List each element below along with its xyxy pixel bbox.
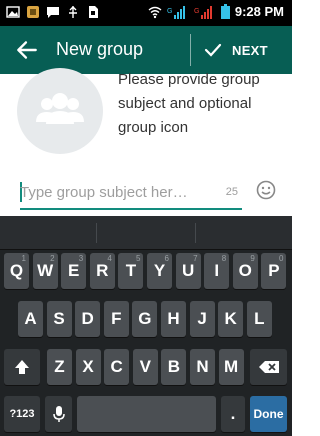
microphone-icon: [52, 406, 65, 422]
key-hint: 4: [107, 254, 112, 263]
period-key[interactable]: .: [221, 396, 245, 432]
key-c[interactable]: C: [104, 349, 130, 385]
key-g[interactable]: G: [132, 301, 158, 337]
key-w[interactable]: 2W: [32, 253, 58, 289]
key-hint: 3: [78, 254, 84, 263]
key-q[interactable]: 1Q: [4, 253, 29, 289]
svg-text:G: G: [167, 8, 172, 15]
check-icon: [204, 43, 222, 57]
key-hint: 9: [250, 254, 255, 263]
key-hint: 1: [21, 254, 26, 263]
symbols-key[interactable]: ?123: [4, 396, 40, 432]
group-icon-picker[interactable]: [17, 68, 103, 154]
space-key[interactable]: [77, 396, 216, 432]
key-label: R: [96, 261, 109, 280]
chat-icon: [47, 7, 59, 18]
key-d[interactable]: D: [75, 301, 101, 337]
sim-icon: [89, 6, 98, 18]
back-arrow-icon[interactable]: [14, 37, 40, 63]
key-i[interactable]: 8I: [204, 253, 230, 289]
key-v[interactable]: V: [132, 349, 158, 385]
key-u[interactable]: 7U: [175, 253, 201, 289]
char-counter: 25: [225, 186, 238, 198]
key-s[interactable]: S: [46, 301, 72, 337]
app-bar: New group NEXT: [0, 26, 292, 74]
key-r[interactable]: 4R: [89, 253, 115, 289]
done-key[interactable]: Done: [250, 396, 287, 432]
key-label: U: [181, 261, 195, 280]
emoji-icon[interactable]: [256, 180, 276, 200]
key-hint: 8: [221, 254, 227, 263]
key-b[interactable]: B: [161, 349, 187, 385]
app-icon: [27, 6, 39, 18]
page-title: New group: [56, 39, 144, 59]
key-f[interactable]: F: [103, 301, 129, 337]
key-x[interactable]: X: [75, 349, 101, 385]
key-l[interactable]: L: [246, 301, 272, 337]
key-label: Y: [153, 261, 166, 280]
key-p[interactable]: 0P: [261, 253, 287, 289]
backspace-icon: [258, 361, 279, 373]
key-a[interactable]: A: [18, 301, 43, 337]
suggestion-divider: [96, 223, 97, 243]
subject-field[interactable]: 25: [20, 178, 242, 210]
shift-key[interactable]: [4, 349, 40, 385]
key-hint: 2: [50, 254, 55, 263]
key-k[interactable]: K: [218, 301, 244, 337]
subject-input[interactable]: [20, 180, 205, 204]
key-y[interactable]: 6Y: [147, 253, 172, 289]
key-label: E: [68, 261, 80, 280]
svg-text:G: G: [194, 8, 199, 15]
key-label: O: [238, 261, 252, 280]
key-t[interactable]: 5T: [118, 253, 144, 289]
battery-icon: [220, 4, 230, 19]
key-j[interactable]: J: [189, 301, 215, 337]
signal-icon: G: [167, 5, 185, 19]
group-icon: [36, 93, 84, 124]
status-bar: G G 9:28 PM: [0, 0, 292, 26]
keyboard: 1Q2W3E4R5T6Y7U8I9O0P ASDFGHJKL ZXCVBNM ?…: [0, 216, 292, 436]
signal-icon-2: G: [194, 5, 212, 19]
key-h[interactable]: H: [161, 301, 186, 337]
shift-arrow-icon: [15, 360, 29, 374]
voice-key[interactable]: [45, 396, 72, 432]
next-label: NEXT: [232, 42, 268, 58]
key-hint: 5: [135, 254, 141, 263]
wifi-icon: [148, 6, 162, 18]
key-e[interactable]: 3E: [61, 253, 87, 289]
backspace-key[interactable]: [250, 349, 287, 385]
suggestion-strip: [0, 216, 292, 250]
key-m[interactable]: M: [218, 349, 244, 385]
image-icon: [6, 6, 20, 18]
key-label: Q: [9, 261, 24, 280]
key-hint: 6: [164, 254, 169, 263]
key-label: I: [214, 261, 220, 280]
suggestion-divider: [195, 223, 196, 243]
key-label: T: [125, 261, 137, 280]
group-form: Please provide group subject and optiona…: [0, 68, 292, 216]
next-button[interactable]: NEXT: [204, 36, 268, 64]
key-label: W: [37, 261, 54, 280]
key-hint: 0: [278, 254, 284, 263]
usb-icon: [69, 6, 77, 18]
key-hint: 7: [193, 254, 198, 263]
key-z[interactable]: Z: [47, 349, 72, 385]
key-label: P: [268, 261, 280, 280]
instructions-text: Please provide group subject and optiona…: [118, 71, 260, 136]
key-n[interactable]: N: [190, 349, 215, 385]
status-time: 9:28 PM: [234, 4, 284, 19]
app-bar-divider: [190, 34, 191, 66]
key-o[interactable]: 9O: [232, 253, 258, 289]
